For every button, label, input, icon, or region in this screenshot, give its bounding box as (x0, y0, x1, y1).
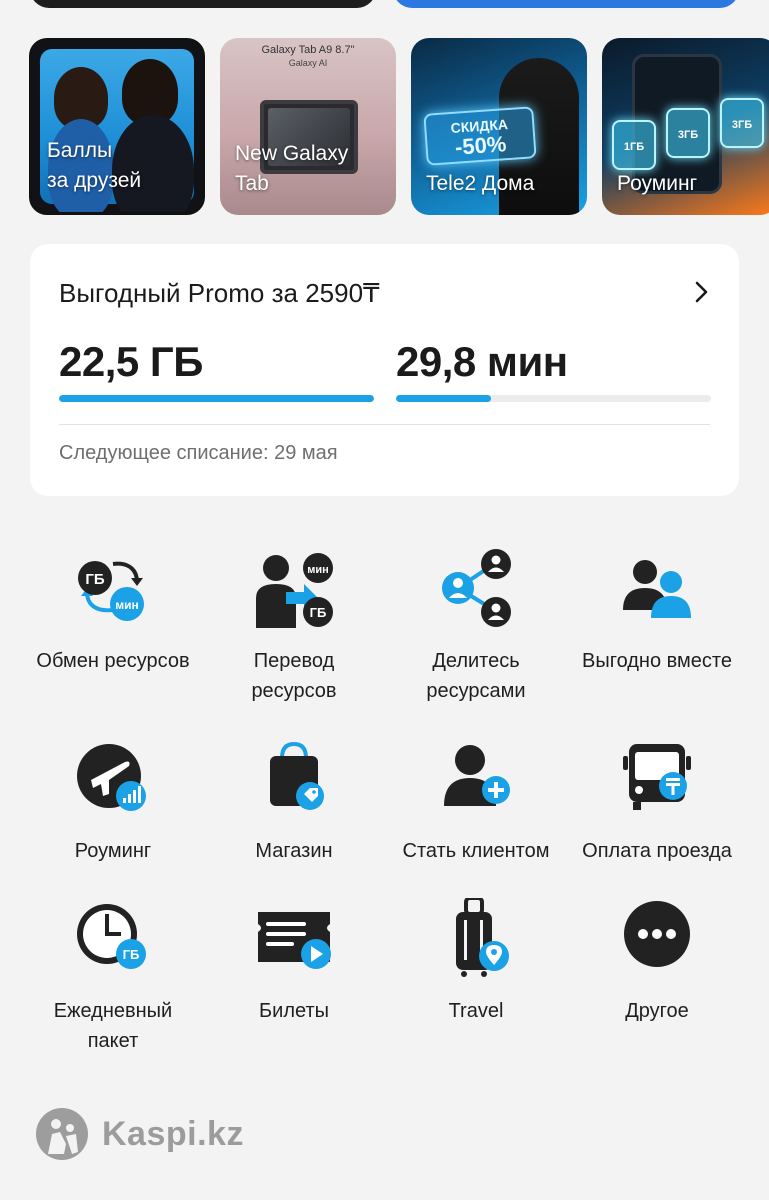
service-daily-package[interactable]: ГБ Ежедневный пакет (22, 898, 204, 1056)
shop-icon (254, 738, 334, 818)
next-charge-text: Следующее списание: 29 мая (59, 442, 338, 464)
minutes-progress-bar (396, 395, 711, 402)
service-label: Другое (625, 1000, 689, 1022)
top-blue-button[interactable] (393, 0, 739, 8)
service-exchange[interactable]: ГБ мин Обмен ресурсов (22, 548, 204, 676)
service-label: Travel (448, 1000, 504, 1022)
svg-text:ГБ: ГБ (85, 571, 105, 588)
story-header: Galaxy Tab A9 8.7" (261, 44, 355, 56)
chevron-right-icon[interactable] (689, 280, 713, 304)
roaming-icon (73, 738, 153, 818)
share-icon (436, 548, 516, 628)
svg-text:мин: мин (307, 564, 329, 576)
story-friends[interactable]: Баллы за друзей (29, 38, 205, 215)
data-remaining: 22,5 ГБ (59, 338, 203, 385)
bus-payment-icon (617, 738, 697, 818)
tariff-card[interactable]: Выгодный Promo за 2590₸ 22,5 ГБ 29,8 мин… (30, 244, 739, 496)
daily-package-icon: ГБ (73, 898, 153, 978)
service-add-client[interactable]: Стать клиентом (385, 738, 567, 866)
together-icon (617, 548, 697, 628)
svg-text:ГБ: ГБ (123, 947, 140, 962)
story-roaming[interactable]: 1ГБ 3ГБ 3ГБ Роуминг (602, 38, 769, 215)
travel-icon (436, 896, 516, 978)
service-label: Магазин (255, 840, 333, 862)
service-label: Роуминг (74, 840, 152, 862)
service-label: Обмен ресурсов (36, 650, 190, 672)
story-label: Tele2 Дома (426, 172, 535, 195)
top-dark-button[interactable] (30, 0, 376, 8)
more-icon (617, 898, 697, 978)
service-together[interactable]: Выгодно вместе (566, 548, 748, 676)
story-galaxy[interactable]: Galaxy Tab A9 8.7" Galaxy AI New Galaxy … (220, 38, 396, 215)
service-label: Делитесь ресурсами (426, 650, 526, 702)
story-label: New Galaxy Tab (235, 142, 349, 195)
transfer-icon: мин ГБ (254, 548, 334, 628)
story-label: Роуминг (617, 172, 698, 195)
stories-carousel[interactable]: Баллы за друзей Galaxy Tab A9 8.7" Galax… (29, 38, 769, 215)
story-label: Баллы за друзей (47, 139, 142, 192)
service-travel[interactable]: Travel (385, 896, 567, 1026)
add-client-icon (436, 738, 516, 818)
service-shop[interactable]: Магазин (203, 738, 385, 866)
tickets-icon (254, 898, 334, 978)
luggage-tag: 3ГБ (720, 98, 764, 148)
luggage-tag: 1ГБ (612, 120, 656, 170)
story-home[interactable]: СКИДКА -50% Tele2 Дома (411, 38, 587, 215)
svg-text:ГБ: ГБ (310, 605, 327, 620)
svg-text:мин: мин (115, 598, 139, 612)
service-roaming[interactable]: Роуминг (22, 738, 204, 866)
service-label: Стать клиентом (402, 840, 550, 862)
service-share[interactable]: Делитесь ресурсами (385, 548, 567, 706)
exchange-icon: ГБ мин (73, 548, 153, 628)
service-label: Перевод ресурсов (251, 650, 337, 702)
service-label: Ежедневный пакет (53, 1000, 173, 1052)
watermark-text: Kaspi.kz (102, 1114, 244, 1153)
watermark: Kaspi.kz (36, 1108, 244, 1160)
tariff-title: Выгодный Promo за 2590₸ (59, 278, 380, 308)
minutes-remaining: 29,8 мин (396, 338, 568, 385)
service-tickets[interactable]: Билеты (203, 898, 385, 1026)
service-transfer[interactable]: мин ГБ Перевод ресурсов (203, 548, 385, 706)
discount-badge: СКИДКА -50% (423, 106, 537, 166)
kaspi-logo (36, 1108, 88, 1160)
divider (59, 424, 710, 425)
service-label: Выгодно вместе (582, 650, 732, 672)
service-label: Оплата проезда (582, 840, 732, 862)
story-subheader: Galaxy AI (288, 58, 328, 68)
luggage-tag: 3ГБ (666, 108, 710, 158)
service-more[interactable]: Другое (566, 898, 748, 1026)
service-label: Билеты (259, 1000, 329, 1022)
service-bus-payment[interactable]: Оплата проезда (566, 738, 748, 866)
data-progress-bar (59, 395, 374, 402)
